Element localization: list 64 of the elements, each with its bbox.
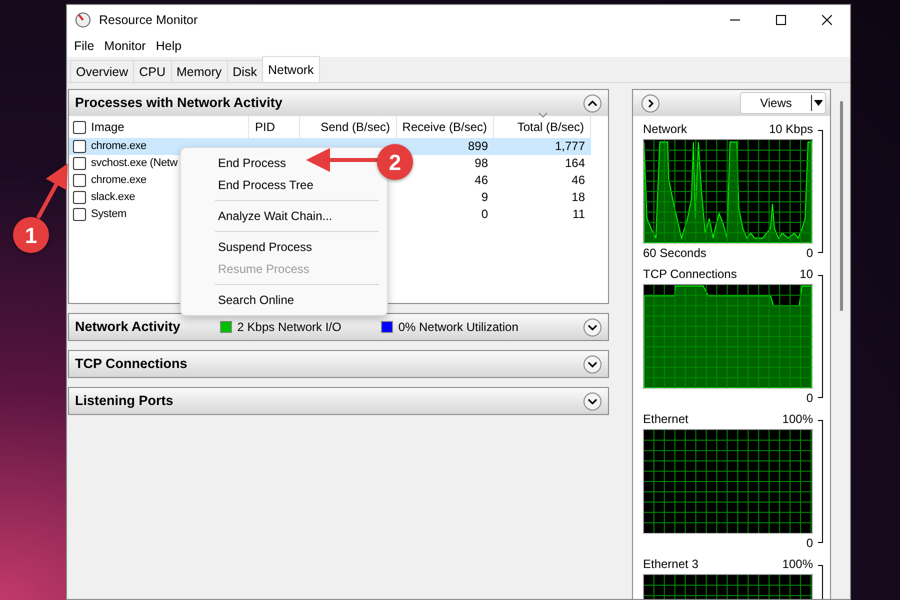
graph-scale: 100%	[782, 557, 813, 572]
column-header[interactable]: Receive (B/sec)	[402, 120, 487, 134]
annotation-arrow	[306, 148, 378, 172]
panel-title: Listening Ports	[75, 392, 174, 410]
table-cell-text: 9	[480, 189, 489, 206]
graph-title: Network	[643, 122, 688, 137]
menu-item[interactable]: End Process Tree	[218, 174, 314, 196]
gauge-icon	[75, 12, 91, 28]
menu-item[interactable]: Suspend Process	[218, 236, 312, 258]
collapse-icon[interactable]	[583, 94, 602, 112]
tab[interactable]: Overview	[70, 60, 134, 82]
dropdown-icon	[814, 100, 823, 106]
table-cell-text: 46	[570, 172, 586, 189]
table-cell-text: 46	[474, 172, 489, 189]
select-all-checkbox[interactable]	[73, 120, 86, 134]
graph-title: TCP Connections	[643, 267, 737, 282]
annotation-arrow	[36, 163, 68, 219]
menu-item[interactable]: Search Online	[218, 289, 294, 311]
sort-icon	[538, 112, 548, 118]
graph-scale: 10	[800, 267, 813, 282]
table-cell-text: 98	[474, 155, 489, 172]
legend-label: 2 Kbps Network I/O	[237, 319, 342, 336]
row-checkbox[interactable]	[73, 174, 86, 187]
expand-icon[interactable]	[583, 318, 602, 336]
views-button[interactable]: Views	[740, 92, 826, 114]
row-checkbox[interactable]	[73, 191, 86, 204]
row-checkbox[interactable]	[73, 208, 86, 221]
graph-scale: 100%	[782, 412, 813, 427]
panel-title: TCP Connections	[75, 354, 188, 373]
menu-item[interactable]: Monitor	[99, 36, 151, 56]
column-header[interactable]: Image	[91, 116, 124, 138]
panel-title: Network Activity	[75, 318, 180, 336]
column-header[interactable]: Total (B/sec)	[517, 120, 584, 134]
expand-icon[interactable]	[641, 94, 660, 112]
graph-title: Ethernet	[643, 412, 688, 427]
legend-label: 0% Network Utilization	[398, 319, 518, 336]
panel-title: Processes with Network Activity	[75, 94, 282, 112]
menu-item[interactable]: Help	[150, 36, 187, 56]
menu-item[interactable]: End Process	[218, 152, 286, 174]
close-icon	[822, 15, 832, 25]
table-cell: 899	[397, 138, 494, 155]
menu-item[interactable]: File	[69, 36, 100, 56]
time-span-label: 60 Seconds	[643, 246, 706, 261]
row-checkbox[interactable]	[73, 157, 86, 170]
expand-icon[interactable]	[583, 354, 602, 374]
table-cell-text: 11	[572, 206, 586, 223]
graph-minimum: 0	[806, 391, 813, 406]
graph-minimum: 0	[806, 536, 813, 551]
menu-item[interactable]: Analyze Wait Chain...	[218, 205, 332, 227]
table-cell-text: 164	[564, 155, 586, 172]
tab[interactable]: Network	[262, 56, 320, 82]
row-checkbox[interactable]	[73, 140, 86, 153]
maximize-icon	[776, 15, 786, 25]
table-cell-text: 0	[480, 206, 489, 223]
expand-icon[interactable]	[583, 392, 602, 410]
tab[interactable]: Memory	[170, 60, 228, 82]
table-cell-text: 18	[570, 189, 586, 206]
window-title: Resource Monitor	[99, 12, 198, 29]
graph-scale: 10 Kbps	[768, 122, 813, 137]
column-header[interactable]: PID	[255, 120, 276, 134]
graph-minimum: 0	[806, 246, 813, 261]
column-header[interactable]: Send (B/sec)	[320, 120, 390, 134]
graph-title: Ethernet 3	[643, 557, 698, 572]
table-cell: 1,777	[494, 138, 591, 155]
